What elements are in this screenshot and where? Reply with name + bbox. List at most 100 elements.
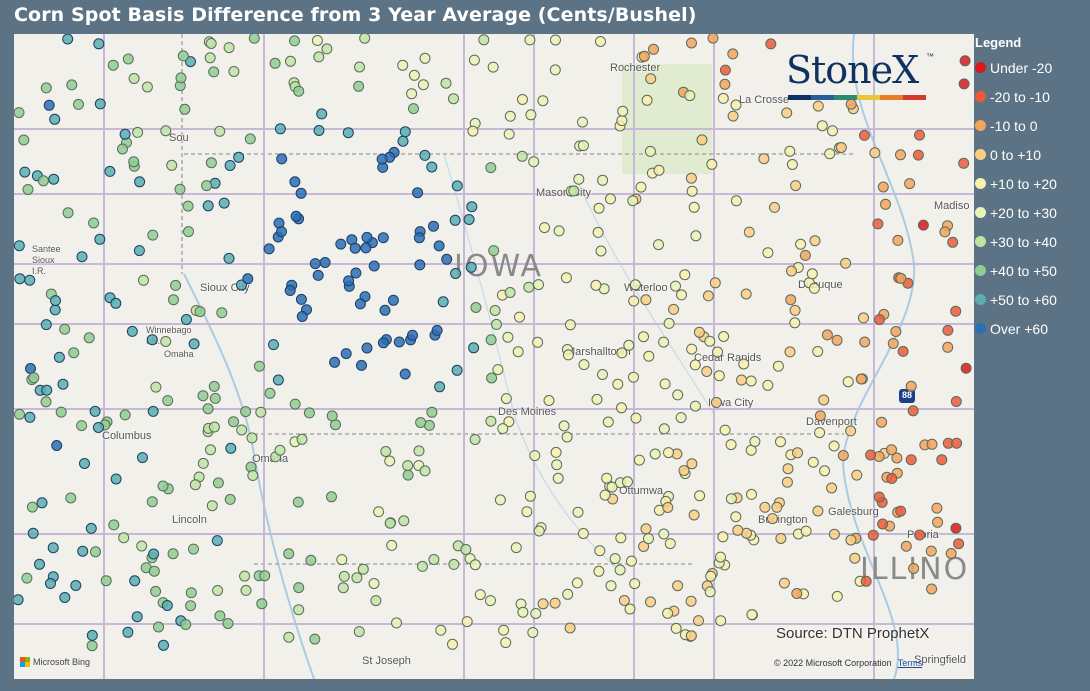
basis-point[interactable] (380, 446, 392, 457)
basis-point[interactable] (858, 312, 869, 324)
basis-point[interactable] (179, 103, 191, 115)
basis-point[interactable] (719, 424, 731, 436)
basis-point[interactable] (337, 582, 349, 594)
basis-point[interactable] (239, 570, 251, 582)
basis-point[interactable] (616, 115, 628, 127)
basis-point[interactable] (693, 615, 704, 627)
basis-point[interactable] (628, 295, 640, 307)
basis-point[interactable] (488, 245, 500, 257)
basis-point[interactable] (740, 288, 752, 300)
basis-point[interactable] (119, 128, 131, 140)
basis-point[interactable] (709, 277, 721, 289)
basis-point[interactable] (572, 506, 584, 518)
basis-point[interactable] (560, 272, 572, 284)
basis-point[interactable] (48, 173, 60, 185)
basis-point[interactable] (670, 622, 682, 634)
basis-point[interactable] (775, 533, 787, 544)
basis-point[interactable] (117, 143, 128, 155)
map-canvas[interactable]: IOWA ILLINO Rochester La Crosse Sou Maso… (14, 34, 974, 679)
basis-point[interactable] (368, 260, 380, 272)
basis-point[interactable] (107, 59, 119, 71)
basis-point[interactable] (62, 207, 74, 219)
basis-point[interactable] (689, 400, 701, 412)
basis-point[interactable] (313, 125, 325, 136)
basis-point[interactable] (73, 98, 84, 110)
basis-point[interactable] (465, 261, 477, 273)
basis-point[interactable] (340, 348, 352, 360)
basis-point[interactable] (500, 393, 512, 405)
basis-point[interactable] (21, 572, 33, 584)
basis-point[interactable] (463, 214, 475, 225)
basis-point[interactable] (264, 387, 276, 399)
basis-point[interactable] (645, 596, 656, 608)
basis-point[interactable] (290, 210, 302, 222)
basis-point[interactable] (293, 582, 305, 594)
basis-point[interactable] (626, 555, 637, 567)
basis-point[interactable] (717, 92, 729, 104)
basis-point[interactable] (732, 524, 744, 536)
basis-point[interactable] (94, 98, 106, 110)
basis-point[interactable] (926, 438, 938, 450)
basis-point[interactable] (447, 638, 458, 650)
basis-point[interactable] (469, 559, 481, 571)
basis-point[interactable] (592, 226, 604, 238)
basis-point[interactable] (925, 545, 937, 557)
basis-point[interactable] (168, 294, 179, 306)
basis-point[interactable] (622, 476, 633, 488)
basis-point[interactable] (360, 242, 372, 254)
basis-point[interactable] (704, 586, 716, 598)
basis-point[interactable] (205, 157, 217, 169)
basis-point[interactable] (627, 195, 639, 207)
basis-point[interactable] (460, 544, 472, 555)
basis-point[interactable] (233, 151, 245, 163)
basis-point[interactable] (678, 465, 690, 477)
basis-point[interactable] (539, 222, 550, 234)
basis-point[interactable] (412, 187, 424, 199)
basis-point[interactable] (745, 375, 757, 387)
basis-point[interactable] (806, 268, 818, 280)
basis-point[interactable] (663, 317, 675, 329)
basis-point[interactable] (835, 142, 847, 153)
basis-point[interactable] (831, 334, 843, 346)
legend-item[interactable]: +40 to +50 (975, 256, 1087, 285)
basis-point[interactable] (900, 540, 912, 552)
basis-point[interactable] (402, 469, 414, 481)
basis-point[interactable] (419, 465, 431, 477)
basis-point[interactable] (62, 34, 74, 45)
basis-point[interactable] (713, 370, 725, 382)
basis-point[interactable] (426, 161, 438, 173)
basis-point[interactable] (516, 150, 528, 162)
basis-point[interactable] (440, 77, 452, 89)
basis-point[interactable] (781, 476, 793, 488)
basis-point[interactable] (22, 184, 34, 195)
basis-point[interactable] (643, 533, 654, 545)
basis-point[interactable] (828, 440, 840, 452)
basis-point[interactable] (295, 293, 307, 305)
basis-point[interactable] (960, 362, 972, 374)
basis-point[interactable] (914, 129, 925, 141)
basis-point[interactable] (469, 434, 481, 445)
basis-point[interactable] (316, 108, 328, 120)
basis-point[interactable] (351, 572, 363, 584)
basis-point[interactable] (549, 64, 561, 76)
basis-point[interactable] (950, 305, 962, 317)
basis-point[interactable] (785, 294, 797, 306)
basis-point[interactable] (628, 371, 639, 383)
basis-point[interactable] (214, 610, 226, 622)
basis-point[interactable] (860, 575, 872, 587)
basis-point[interactable] (40, 82, 52, 94)
basis-point[interactable] (162, 395, 174, 407)
basis-point[interactable] (89, 405, 101, 417)
basis-point[interactable] (819, 465, 831, 477)
basis-point[interactable] (197, 457, 209, 469)
basis-point[interactable] (578, 359, 590, 371)
basis-point[interactable] (795, 238, 807, 250)
basis-point[interactable] (93, 38, 105, 50)
basis-point[interactable] (68, 347, 80, 359)
basis-point[interactable] (76, 251, 88, 263)
basis-point[interactable] (408, 103, 419, 115)
basis-point[interactable] (147, 405, 159, 417)
basis-point[interactable] (867, 529, 879, 541)
basis-point[interactable] (573, 173, 585, 185)
basis-point[interactable] (397, 135, 409, 147)
